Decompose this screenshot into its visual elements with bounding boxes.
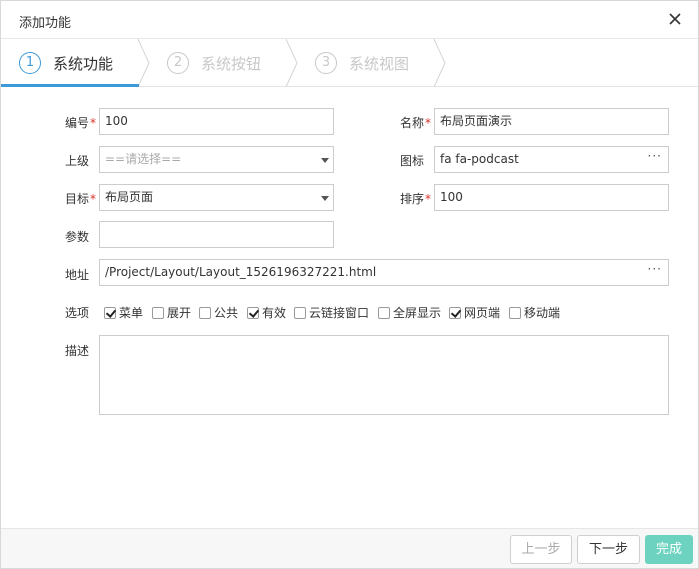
option-menu[interactable]: 菜单 <box>104 304 143 320</box>
params-label: 参数 <box>65 230 90 244</box>
checkbox-icon[interactable] <box>152 306 164 319</box>
checkbox-icon[interactable] <box>378 306 390 319</box>
checkbox-icon[interactable] <box>509 306 521 319</box>
option-cloud-link-window[interactable]: 云链接窗口 <box>294 304 369 320</box>
active-step-underline <box>1 84 139 87</box>
target-select[interactable]: 布局页面 <box>99 184 334 211</box>
description-label: 描述 <box>65 344 90 358</box>
name-label: 名称* <box>400 116 432 130</box>
option-valid[interactable]: 有效 <box>247 304 286 320</box>
finish-button[interactable]: 完成 <box>645 535 693 564</box>
name-input[interactable]: 布局页面演示 <box>434 108 669 135</box>
step-separator-icon <box>433 39 446 87</box>
step-number: 3 <box>315 52 337 74</box>
order-label: 排序* <box>400 192 432 206</box>
order-input[interactable]: 100 <box>434 184 669 211</box>
option-expand[interactable]: 展开 <box>152 304 191 320</box>
step-label: 系统视图 <box>349 55 410 73</box>
step-number: 2 <box>167 52 189 74</box>
step-separator-icon <box>285 39 298 87</box>
checkbox-icon[interactable] <box>294 306 306 319</box>
option-fullscreen[interactable]: 全屏显示 <box>378 304 441 320</box>
wizard-steps: 1 系统功能 2 系统按钮 3 系统视图 <box>1 39 698 87</box>
step-number: 1 <box>19 52 41 74</box>
prev-step-button[interactable]: 上一步 <box>510 535 572 564</box>
dialog-title: 添加功能 <box>19 16 72 31</box>
more-icon[interactable]: ··· <box>648 260 662 282</box>
address-label: 地址 <box>65 268 90 282</box>
code-label: 编号* <box>65 116 97 130</box>
close-icon[interactable] <box>666 10 684 28</box>
options-label: 选项 <box>65 306 90 320</box>
icon-label: 图标 <box>400 154 425 168</box>
chevron-down-icon <box>321 158 329 163</box>
address-input[interactable]: /Project/Layout/Layout_1526196327221.htm… <box>99 259 669 286</box>
parent-select[interactable]: ==请选择== <box>99 146 334 173</box>
dialog-titlebar: 添加功能 <box>1 1 698 39</box>
step-label: 系统按钮 <box>201 55 262 73</box>
checkbox-checked-icon[interactable] <box>247 306 259 319</box>
next-step-button[interactable]: 下一步 <box>577 535 640 564</box>
chevron-down-icon <box>321 196 329 201</box>
step-separator-icon <box>137 39 150 87</box>
option-public[interactable]: 公共 <box>199 304 238 320</box>
step-label: 系统功能 <box>53 55 114 73</box>
icon-picker[interactable]: fa fa-podcast ··· <box>434 146 669 173</box>
option-mobile[interactable]: 移动端 <box>509 304 560 320</box>
more-icon[interactable]: ··· <box>648 147 662 169</box>
dialog-footer: 上一步 下一步 完成 <box>1 528 698 568</box>
parent-label: 上级 <box>65 154 90 168</box>
checkbox-icon[interactable] <box>199 306 211 319</box>
params-input[interactable] <box>99 221 334 248</box>
checkbox-checked-icon[interactable] <box>104 306 116 319</box>
checkbox-checked-icon[interactable] <box>449 306 461 319</box>
add-function-dialog: 添加功能 1 系统功能 2 系统按钮 3 系统视图 编号* 100 名称* 布局… <box>0 0 699 569</box>
option-web[interactable]: 网页端 <box>449 304 500 320</box>
code-input[interactable]: 100 <box>99 108 334 135</box>
target-label: 目标* <box>65 192 97 206</box>
description-textarea[interactable] <box>99 335 669 415</box>
